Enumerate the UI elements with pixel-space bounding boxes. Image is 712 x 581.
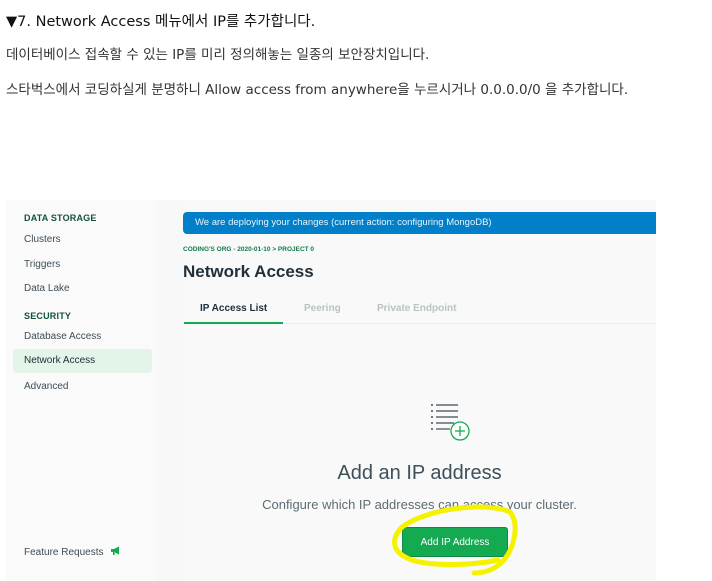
page-title: Network Access [183,262,314,281]
article-heading: ▼7. Network Access 메뉴에서 IP를 추가합니다. [6,14,316,30]
empty-state-title: Add an IP address [337,462,502,484]
article-paragraph-1: 데이터베이스 접속할 수 있는 IP를 미리 정의해놓는 일종의 보안장치입니다… [6,47,430,63]
tab-peering[interactable]: Peering [304,303,341,314]
sidebar: DATA STORAGE Clusters Triggers Data Lake… [6,200,156,581]
megaphone-icon [108,546,122,558]
sidebar-item-clusters[interactable]: Clusters [24,234,61,245]
tab-ip-access-list[interactable]: IP Access List [184,303,284,324]
tab-private-endpoint[interactable]: Private Endpoint [377,303,456,314]
add-ip-address-button[interactable]: Add IP Address [402,527,508,557]
tab-bar: IP Access List Peering Private Endpoint [183,303,656,324]
breadcrumb[interactable]: CODING'S ORG - 2020-01-10 > PROJECT 0 [183,246,314,253]
empty-state-description: Configure which IP addresses can access … [262,497,577,512]
sidebar-item-advanced[interactable]: Advanced [24,381,68,392]
main-content: We are deploying your changes (current a… [183,200,656,581]
sidebar-item-database-access[interactable]: Database Access [24,331,101,342]
sidebar-item-triggers[interactable]: Triggers [24,259,60,270]
sidebar-section-data-storage: DATA STORAGE [24,213,97,223]
atlas-screenshot: DATA STORAGE Clusters Triggers Data Lake… [6,200,656,581]
feature-requests-link[interactable]: Feature Requests [24,546,121,558]
deploy-status-banner: We are deploying your changes (current a… [183,212,656,234]
article-paragraph-2: 스타벅스에서 코딩하실게 분명하니 Allow access from anyw… [6,82,629,98]
feature-requests-label: Feature Requests [24,547,104,558]
sidebar-item-data-lake[interactable]: Data Lake [24,283,70,294]
sidebar-item-network-access[interactable]: Network Access [13,349,152,373]
list-add-icon [428,402,474,444]
sidebar-section-security: SECURITY [24,311,72,321]
